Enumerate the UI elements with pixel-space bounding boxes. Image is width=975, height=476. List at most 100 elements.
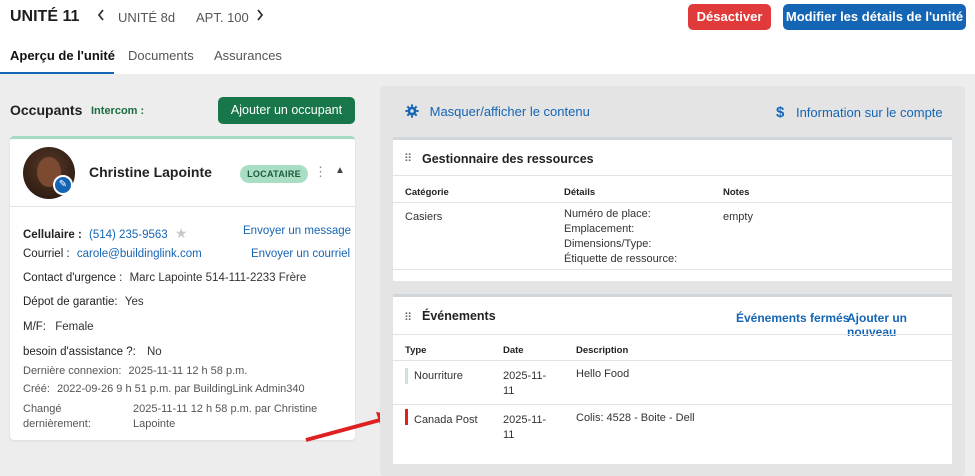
type-color-bar — [405, 368, 408, 384]
col-date: Date — [503, 345, 524, 356]
add-occupant-button[interactable]: Ajouter un occupant — [218, 97, 355, 124]
changed-value-line-2: Lapointe — [133, 418, 176, 430]
event-date: 2025-11- 11 — [503, 369, 546, 399]
col-category: Catégorie — [405, 187, 449, 198]
gender-label: M/F: — [23, 321, 46, 333]
email-label: Courriel : — [23, 248, 70, 260]
resources-panel: ⠿ Gestionnaire des ressources Catégorie … — [393, 137, 952, 281]
more-options-icon[interactable]: ⋮ — [314, 164, 327, 180]
email-row: Courriel : carole@buildinglink.com — [23, 248, 202, 260]
assist-value: No — [147, 346, 162, 358]
closed-events-link[interactable]: Événements fermés — [736, 311, 849, 325]
edit-unit-details-button[interactable]: Modifier les détails de l'unité — [783, 4, 966, 30]
cell-row: Cellulaire : (514) 235-9563 ★ — [23, 225, 187, 242]
collapse-caret-icon[interactable]: ▲ — [335, 165, 345, 176]
detail-label: Étiquette de ressource: — [564, 253, 678, 265]
occupant-name[interactable]: Christine Lapointe — [89, 164, 212, 180]
resource-notes: empty — [723, 211, 753, 223]
resources-title: Gestionnaire des ressources — [422, 152, 594, 166]
divider — [393, 175, 952, 176]
dollar-icon: $ — [776, 104, 785, 121]
resource-details: Numéro de place: Emplacement: Dimensions… — [564, 207, 677, 267]
divider — [393, 334, 952, 335]
account-info-link[interactable]: $ Information sur le compte — [776, 104, 943, 121]
resource-category: Casiers — [405, 211, 443, 223]
divider — [393, 202, 952, 203]
cell-label: Cellulaire : — [23, 229, 82, 241]
events-title: Événements — [422, 309, 496, 323]
divider — [393, 404, 952, 405]
detail-location: Emplacement: — [564, 223, 635, 235]
top-bar: UNITÉ 11 UNITÉ 8d APT. 100 Désactiver Mo… — [0, 0, 975, 74]
next-unit-link[interactable]: APT. 100 — [196, 10, 249, 25]
account-info-label: Information sur le compte — [795, 105, 943, 120]
changed-value: 2025-11-11 12 h 58 p.m. par Christine La… — [133, 402, 317, 432]
event-date-line-2: 11 — [503, 385, 515, 397]
deactivate-button[interactable]: Désactiver — [688, 4, 771, 30]
send-message-link[interactable]: Envoyer un message — [243, 225, 351, 237]
deposit-row: Dépot de garantie: Yes — [23, 296, 144, 308]
emergency-value: Marc Lapointe 514-111-2233 Frère — [129, 272, 307, 284]
event-description: Colis: 4528 - Boite - Dell — [576, 412, 695, 424]
emergency-row: Contact d'urgence : Marc Lapointe 514-11… — [23, 272, 306, 284]
type-color-bar — [405, 409, 408, 425]
col-description: Description — [576, 345, 629, 356]
events-panel: ⠿ Événements Événements fermés Ajouter u… — [393, 294, 952, 464]
cell-phone-link[interactable]: (514) 235-9563 — [89, 229, 168, 241]
prev-unit-link[interactable]: UNITÉ 8d — [118, 10, 175, 25]
event-type[interactable]: Canada Post — [414, 413, 478, 428]
tab-documents[interactable]: Documents — [128, 48, 194, 63]
email-link[interactable]: carole@buildinglink.com — [77, 248, 202, 260]
toggle-content-link[interactable]: Masquer/afficher le contenu — [405, 104, 590, 119]
occupants-title: Occupants — [10, 102, 83, 118]
divider — [393, 360, 952, 361]
gender-value: Female — [55, 321, 94, 333]
col-type: Type — [405, 345, 427, 356]
event-date-line-1: 2025-11- — [503, 370, 547, 382]
edit-pencil-icon[interactable]: ✎ — [53, 175, 73, 195]
created-value: 2022-09-26 9 h 51 p.m. par BuildingLink … — [56, 383, 305, 395]
gender-row: M/F: Female — [23, 321, 94, 333]
arrow-shaft — [305, 418, 381, 442]
detail-dimensions: Dimensions/Type: — [564, 238, 652, 250]
changed-label-line-2: dernièrement: — [23, 418, 91, 430]
tab-insurance[interactable]: Assurances — [214, 48, 282, 63]
event-date-line-2: 11 — [503, 429, 515, 441]
intercom-label: Intercom : — [91, 105, 145, 117]
tab-bar: Aperçu de l'unité Documents Assurances — [0, 44, 975, 74]
star-icon[interactable]: ★ — [175, 225, 188, 241]
assist-label: besoin d'assistance ?: — [23, 346, 136, 358]
chevron-left-icon[interactable] — [96, 8, 106, 25]
event-date-line-1: 2025-11- — [503, 414, 547, 426]
tab-unit-overview[interactable]: Aperçu de l'unité — [10, 48, 115, 63]
created-row: Créé: 2022-09-26 9 h 51 p.m. par Buildin… — [23, 383, 305, 395]
created-label: Créé: — [23, 383, 50, 395]
assist-row: besoin d'assistance ?: No — [23, 346, 162, 358]
drag-grip-icon[interactable]: ⠿ — [404, 152, 412, 165]
detail-place: Numéro de place: — [564, 208, 651, 220]
deposit-label: Dépot de garantie: — [23, 296, 118, 308]
event-description: Hello Food — [576, 368, 630, 380]
card-divider — [10, 206, 355, 207]
emergency-label: Contact d'urgence : — [23, 272, 123, 284]
event-date: 2025-11- 11 — [503, 413, 546, 443]
drag-grip-icon[interactable]: ⠿ — [404, 311, 412, 324]
occupant-card: ✎ Christine Lapointe LOCATAIRE ⋮ ▲ Cellu… — [10, 136, 355, 440]
last-login-label: Dernière connexion: — [23, 365, 122, 377]
gear-icon — [405, 104, 423, 119]
deposit-value: Yes — [124, 296, 144, 308]
toggle-content-label: Masquer/afficher le contenu — [429, 104, 590, 119]
divider — [393, 269, 952, 270]
last-login-value: 2025-11-11 12 h 58 p.m. — [128, 365, 248, 377]
event-type[interactable]: Nourriture — [414, 369, 463, 384]
last-login-row: Dernière connexion: 2025-11-11 12 h 58 p… — [23, 365, 247, 377]
changed-value-line-1: 2025-11-11 12 h 58 p.m. par Christine — [133, 403, 318, 415]
col-notes: Notes — [723, 187, 750, 198]
chevron-right-icon[interactable] — [255, 8, 265, 25]
changed-label: Changé dernièrement: — [23, 402, 91, 432]
send-email-link[interactable]: Envoyer un courriel — [251, 248, 350, 260]
col-details: Détails — [564, 187, 596, 198]
status-badge: LOCATAIRE — [240, 165, 308, 183]
changed-label-line-1: Changé — [23, 403, 62, 415]
unit-title: UNITÉ 11 — [10, 8, 80, 25]
